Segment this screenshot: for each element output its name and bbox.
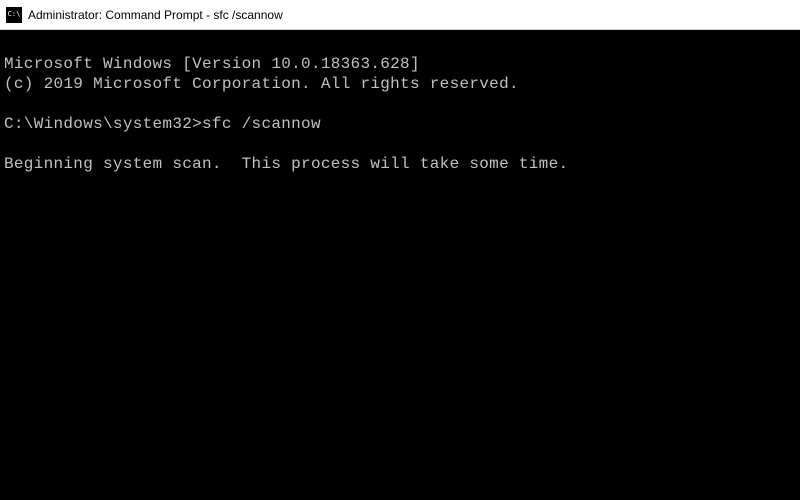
version-line: Microsoft Windows [Version 10.0.18363.62…	[4, 55, 420, 73]
status-line: Beginning system scan. This process will…	[4, 155, 568, 173]
prompt-line: C:\Windows\system32>sfc /scannow	[4, 115, 321, 133]
copyright-line: (c) 2019 Microsoft Corporation. All righ…	[4, 75, 519, 93]
cmd-icon-text: C:\	[8, 11, 21, 18]
window-titlebar[interactable]: C:\ Administrator: Command Prompt - sfc …	[0, 0, 800, 30]
cmd-icon: C:\	[6, 7, 22, 23]
prompt-path: C:\Windows\system32>	[4, 115, 202, 133]
window-title: Administrator: Command Prompt - sfc /sca…	[28, 8, 283, 22]
entered-command: sfc /scannow	[202, 115, 321, 133]
terminal-output[interactable]: Microsoft Windows [Version 10.0.18363.62…	[0, 30, 800, 500]
